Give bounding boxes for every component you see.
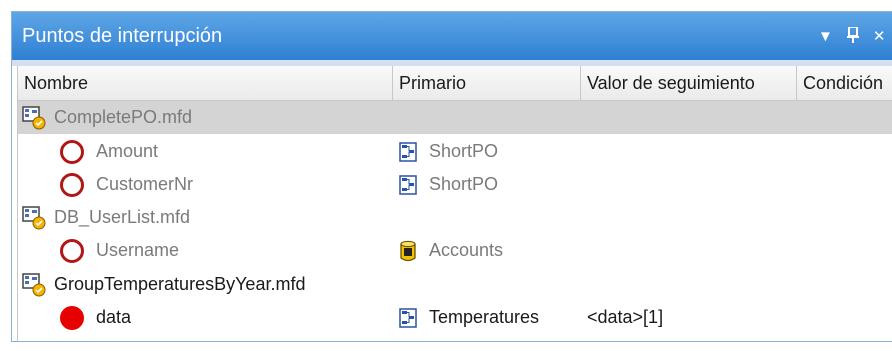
mapping-file-icon	[22, 205, 46, 229]
table-row[interactable]: Amount ShortPO	[18, 135, 892, 168]
breakpoint-name: CustomerNr	[96, 174, 194, 194]
row-name-cell: CustomerNr	[60, 168, 193, 201]
breakpoint-icon[interactable]	[60, 172, 84, 197]
row-name-cell: DB_UserList.mfd	[22, 201, 190, 234]
table-row[interactable]: CustomerNr ShortPO	[18, 168, 892, 201]
mapping-file-icon	[22, 272, 46, 296]
column-header-primario[interactable]: Primario	[393, 66, 581, 100]
database-icon	[400, 240, 416, 261]
row-primary-cell: ShortPO	[399, 135, 498, 168]
structure-icon	[399, 307, 417, 328]
table-header: Nombre Primario Valor de seguimiento Con…	[18, 66, 892, 101]
breakpoints-table: Nombre Primario Valor de seguimiento Con…	[17, 66, 892, 341]
row-name-cell: GroupTemperaturesByYear.mfd	[22, 268, 305, 301]
primary-name: Temperatures	[429, 307, 540, 327]
structure-icon	[399, 141, 417, 162]
breakpoint-icon[interactable]	[60, 139, 84, 164]
breakpoint-name: Username	[96, 240, 180, 260]
table-row[interactable]: data Temperatures <data>[1]	[18, 301, 892, 334]
pin-icon[interactable]	[846, 25, 859, 46]
table-row[interactable]: Username Accounts	[18, 234, 892, 267]
row-name-cell: Username	[60, 234, 179, 267]
file-name: GroupTemperaturesByYear.mfd	[54, 274, 306, 294]
row-name-cell: data	[60, 301, 131, 334]
primary-name: ShortPO	[429, 141, 499, 161]
close-icon[interactable]: ✕	[873, 29, 886, 44]
breakpoints-panel: Puntos de interrupción ▼ ✕ Nombre Primar…	[11, 11, 892, 342]
column-header-condicion[interactable]: Condición	[797, 66, 892, 100]
row-primary-cell: Temperatures	[399, 301, 539, 334]
row-name-cell: CompletePO.mfd	[22, 101, 192, 134]
table-row[interactable]: CompletePO.mfd	[18, 101, 892, 134]
title-icons: ▼ ✕	[818, 12, 885, 60]
row-watch-cell: <data>[1]	[587, 301, 663, 334]
breakpoint-icon[interactable]	[60, 238, 84, 263]
row-primary-cell: Accounts	[399, 234, 503, 267]
column-header-nombre[interactable]: Nombre	[18, 66, 393, 100]
structure-icon	[399, 174, 417, 195]
panel-title: Puntos de interrupción	[22, 24, 223, 47]
dropdown-arrow-icon[interactable]: ▼	[818, 29, 833, 44]
mapping-file-icon	[22, 105, 46, 129]
panel-titlebar: Puntos de interrupción ▼ ✕	[12, 12, 892, 60]
table-row[interactable]: DB_UserList.mfd	[18, 201, 892, 234]
watch-value: <data>[1]	[587, 307, 664, 327]
column-header-valor-seguimiento[interactable]: Valor de seguimiento	[581, 66, 797, 100]
table-row[interactable]: GroupTemperaturesByYear.mfd	[18, 268, 892, 301]
file-name: DB_UserList.mfd	[54, 207, 191, 227]
file-name: CompletePO.mfd	[54, 107, 193, 127]
row-primary-cell: ShortPO	[399, 168, 498, 201]
primary-name: Accounts	[429, 240, 504, 260]
breakpoint-name: data	[96, 307, 132, 327]
primary-name: ShortPO	[429, 174, 499, 194]
row-name-cell: Amount	[60, 135, 158, 168]
breakpoint-name: Amount	[96, 141, 159, 161]
active-breakpoint-icon[interactable]	[60, 305, 84, 330]
